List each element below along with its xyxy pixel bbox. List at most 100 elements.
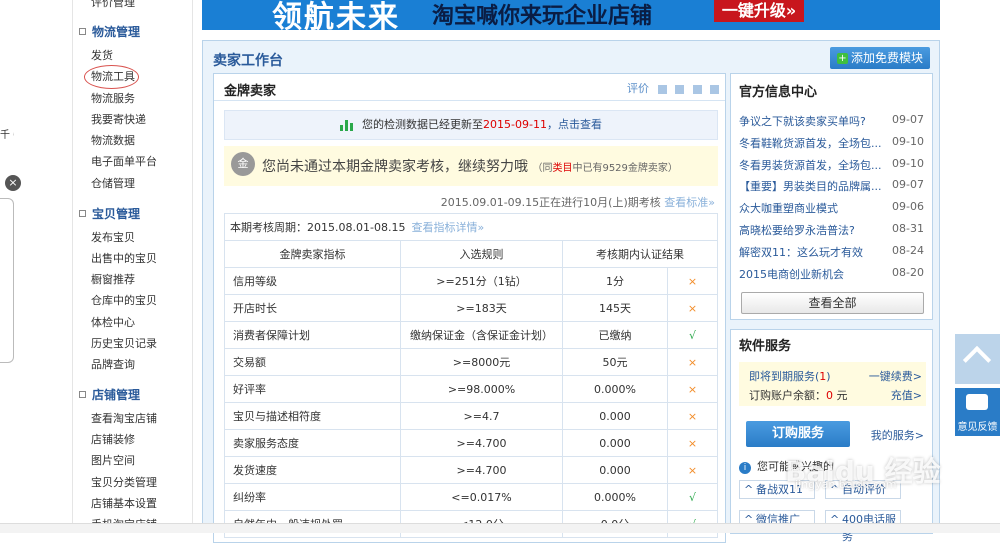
expiring-services[interactable]: 即将到期服务(1) bbox=[749, 368, 831, 384]
left-edge-panel: 千 牛 × bbox=[0, 0, 72, 533]
bar-chart-icon bbox=[340, 119, 354, 131]
news-date: 09-07 bbox=[892, 178, 924, 192]
news-date: 09-10 bbox=[892, 134, 924, 148]
warning-message: 您尚未通过本期金牌卖家考核，继续努力哦 bbox=[262, 159, 528, 175]
sidebar-section-store[interactable]: 店铺管理 bbox=[79, 386, 140, 403]
sidebar-item-publish[interactable]: 发布宝贝 bbox=[91, 229, 135, 245]
news-headline[interactable]: 众大咖重塑商业模式 bbox=[739, 202, 838, 215]
column-header: 金牌卖家指标 bbox=[224, 240, 401, 268]
sidebar-item-ship[interactable]: 发货 bbox=[91, 47, 113, 63]
feedback-label: 意见反馈 bbox=[957, 422, 998, 433]
sidebar-item-decorate[interactable]: 店铺装修 bbox=[91, 431, 135, 447]
metric-name: 交易额 bbox=[224, 348, 401, 376]
news-headline[interactable]: 争议之下就该卖家买单吗? bbox=[739, 115, 866, 128]
data-update-notice[interactable]: 您的检测数据已经更新至2015-09-11，点击查看 bbox=[224, 110, 718, 140]
period-label: 本期考核周期：2015.08.01-08.15 bbox=[230, 221, 406, 234]
news-item[interactable]: 争议之下就该卖家买单吗? 09-07 bbox=[739, 113, 924, 129]
move-bottom-icon[interactable] bbox=[710, 84, 719, 94]
banner-subheadline: 淘宝喊你来玩企业店铺 bbox=[432, 4, 653, 29]
sidebar-section-items[interactable]: 宝贝管理 bbox=[79, 205, 140, 222]
news-headline[interactable]: 【重要】男装类目的品牌属... bbox=[739, 180, 882, 193]
collapse-icon[interactable] bbox=[79, 210, 86, 217]
table-row: 纠纷率 <=0.017% 0.000% √ bbox=[224, 483, 718, 511]
my-services-link[interactable]: 我的服务> bbox=[871, 427, 924, 443]
sidebar-item-e-waybill[interactable]: 电子面单平台 bbox=[91, 153, 157, 169]
metric-result: 0.000% bbox=[562, 483, 668, 511]
rate-link[interactable]: 评价 bbox=[627, 82, 649, 95]
notice-date: 2015-09-11 bbox=[483, 118, 547, 131]
news-item[interactable]: 众大咖重塑商业模式 09-06 bbox=[739, 200, 924, 216]
news-item[interactable]: 冬看鞋靴货源首发，全场包... 09-10 bbox=[739, 135, 924, 151]
table-row: 好评率 >=98.000% 0.000% × bbox=[224, 375, 718, 403]
sidebar-item-reviews[interactable]: 评价管理 bbox=[91, 0, 135, 10]
cross-icon: × bbox=[667, 294, 718, 322]
news-headline[interactable]: 解密双11：这么玩才有效 bbox=[739, 246, 863, 259]
news-headline[interactable]: 冬看鞋靴货源首发，全场包... bbox=[739, 137, 882, 150]
news-headline[interactable]: 2015电商创业新机会 bbox=[739, 268, 844, 281]
news-item[interactable]: 2015电商创业新机会 08-20 bbox=[739, 266, 924, 282]
notice-link[interactable]: ，点击查看 bbox=[547, 118, 602, 131]
sidebar-item-basic-settings[interactable]: 店铺基本设置 bbox=[91, 495, 157, 511]
sidebar-item-image-space[interactable]: 图片空间 bbox=[91, 452, 135, 468]
sidebar-item-view-store[interactable]: 查看淘宝店铺 bbox=[91, 410, 157, 426]
sidebar-item-logistics-service[interactable]: 物流服务 bbox=[91, 90, 135, 106]
news-date: 08-20 bbox=[892, 265, 924, 279]
watermark-url: jingyan.baidu.com bbox=[795, 478, 897, 491]
metric-name: 宝贝与描述相符度 bbox=[224, 402, 401, 430]
move-top-icon[interactable] bbox=[692, 84, 702, 94]
collapse-icon[interactable] bbox=[79, 391, 86, 398]
metric-rule: >=251分（1钻） bbox=[400, 267, 563, 295]
period-text: 2015.09.01-09.15正在进行10月(上)期考核 bbox=[440, 196, 661, 209]
move-down-icon[interactable] bbox=[675, 84, 684, 94]
metric-name: 纠纷率 bbox=[224, 483, 401, 511]
service-status-box: 即将到期服务(1) 一键续费> 订购账户余额：0 元 充值> bbox=[739, 362, 926, 406]
add-module-button[interactable]: + 添加免费模块 bbox=[830, 47, 930, 69]
close-icon[interactable]: × bbox=[5, 175, 21, 191]
cross-icon: × bbox=[667, 402, 718, 430]
renew-link[interactable]: 一键续费> bbox=[869, 368, 922, 384]
left-fragment-text: 千 牛 bbox=[0, 130, 14, 141]
news-headline[interactable]: 高晓松要给罗永浩普法? bbox=[739, 224, 855, 237]
sidebar-item-warehouse[interactable]: 仓储管理 bbox=[91, 175, 135, 191]
view-all-button[interactable]: 查看全部 bbox=[741, 292, 924, 314]
left-popup-panel bbox=[0, 198, 14, 363]
metric-rule: 缴纳保证金（含保证金计划） bbox=[400, 321, 563, 349]
promo-banner[interactable]: 领航未来 淘宝喊你来玩企业店铺 一键升级» bbox=[202, 0, 940, 30]
medal-icon: 金 bbox=[231, 152, 255, 176]
view-details-link[interactable]: 查看指标详情» bbox=[411, 221, 484, 234]
sidebar-item-history[interactable]: 历史宝贝记录 bbox=[91, 335, 157, 351]
metric-result: 145天 bbox=[562, 294, 668, 322]
sidebar-item-category[interactable]: 宝贝分类管理 bbox=[91, 474, 157, 490]
software-services-panel: 软件服务 即将到期服务(1) 一键续费> 订购账户余额：0 元 充值> 订购服务… bbox=[730, 329, 933, 543]
metric-name: 发货速度 bbox=[224, 456, 401, 484]
sidebar-item-showcase[interactable]: 橱窗推荐 bbox=[91, 271, 135, 287]
collapse-icon[interactable] bbox=[79, 28, 86, 35]
official-news-panel: 官方信息中心 争议之下就该卖家买单吗? 09-07 冬看鞋靴货源首发，全场包... 0… bbox=[730, 73, 933, 320]
news-item[interactable]: 解密双11：这么玩才有效 08-24 bbox=[739, 244, 924, 260]
news-date: 09-07 bbox=[892, 113, 924, 126]
metric-rule: >=8000元 bbox=[400, 348, 563, 376]
status-bar bbox=[0, 523, 1000, 533]
back-to-top-button[interactable] bbox=[955, 334, 1000, 384]
sidebar-item-on-sale[interactable]: 出售中的宝贝 bbox=[91, 250, 157, 266]
news-date: 08-24 bbox=[892, 243, 924, 257]
news-item[interactable]: 冬看男装货源首发，全场包... 09-10 bbox=[739, 157, 924, 173]
sidebar-item-logistics-data[interactable]: 物流数据 bbox=[91, 132, 135, 148]
sidebar-item-brand-query[interactable]: 品牌查询 bbox=[91, 356, 135, 372]
metric-name: 信用等级 bbox=[224, 267, 401, 295]
view-standard-link[interactable]: 查看标准» bbox=[664, 196, 715, 209]
move-up-icon[interactable] bbox=[657, 84, 667, 94]
news-item[interactable]: 高晓松要给罗永浩普法? 08-31 bbox=[739, 222, 924, 238]
sidebar-item-send-express[interactable]: 我要寄快递 bbox=[91, 111, 146, 127]
sidebar-item-in-warehouse[interactable]: 仓库中的宝贝 bbox=[91, 292, 157, 308]
news-item[interactable]: 【重要】男装类目的品牌属... 09-07 bbox=[739, 178, 924, 194]
feedback-button[interactable]: 意见反馈 bbox=[955, 388, 1000, 436]
cross-icon: × bbox=[667, 348, 718, 376]
buy-service-button[interactable]: 订购服务 bbox=[746, 421, 850, 447]
sidebar-item-check-center[interactable]: 体检中心 bbox=[91, 314, 135, 330]
sidebar-section-logistics[interactable]: 物流管理 bbox=[79, 23, 140, 40]
news-date: 08-31 bbox=[892, 222, 924, 235]
upgrade-button[interactable]: 一键升级» bbox=[714, 0, 804, 22]
recharge-link[interactable]: 充值> bbox=[891, 387, 922, 403]
news-headline[interactable]: 冬看男装货源首发，全场包... bbox=[739, 159, 882, 172]
